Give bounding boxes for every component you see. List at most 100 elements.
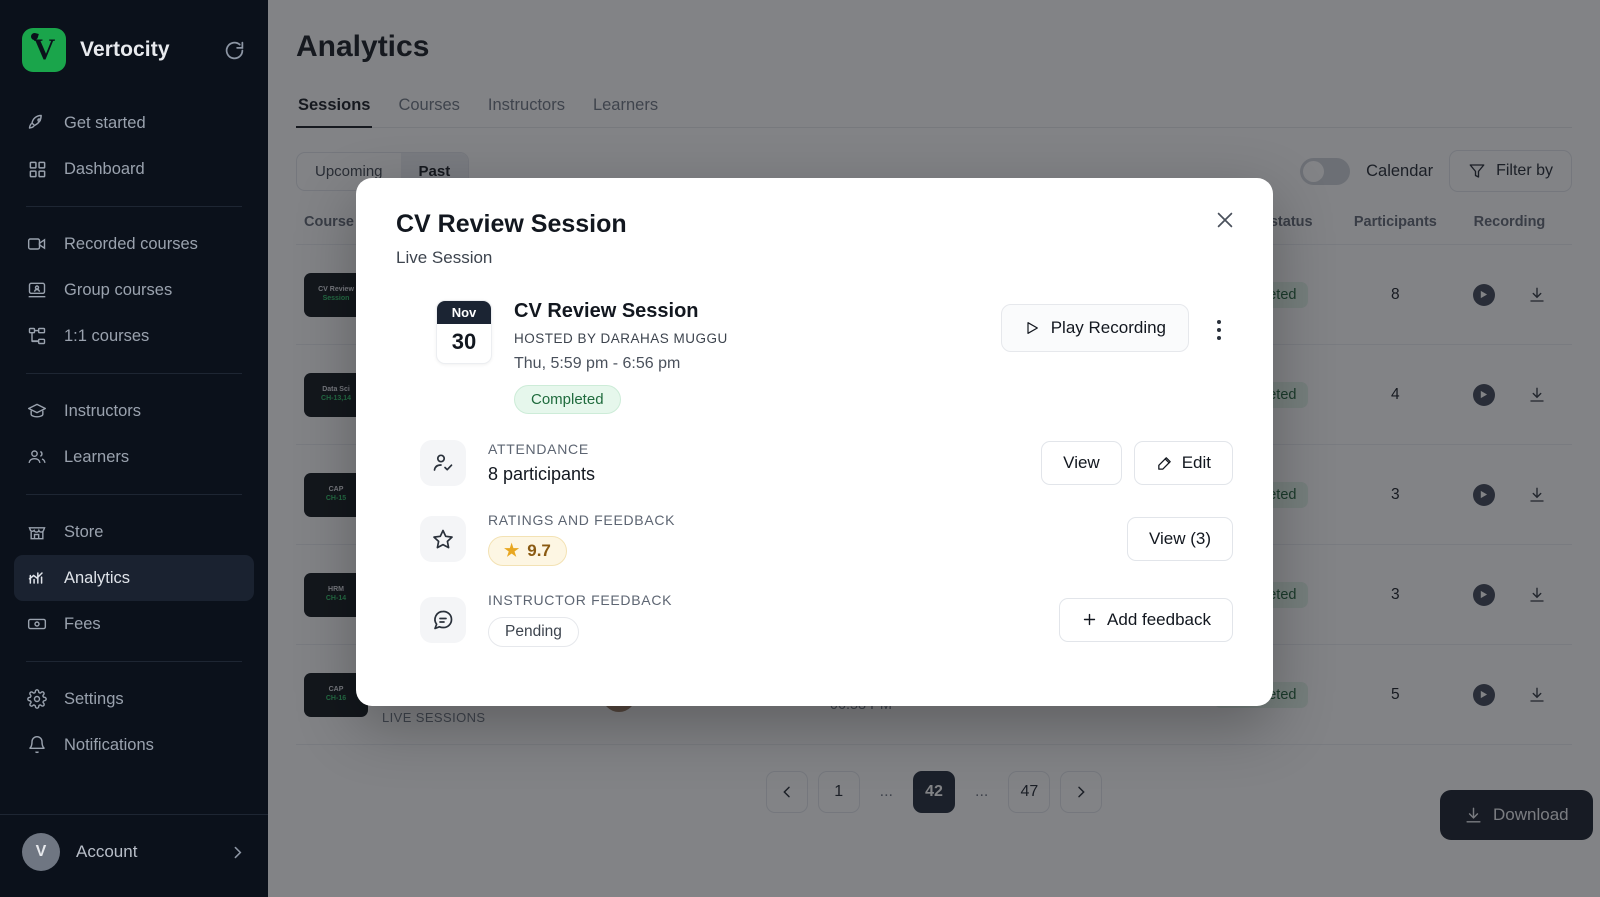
- session-details-modal: CV Review Session Live Session Nov 30 CV…: [356, 178, 1273, 706]
- attendance-view-label: View: [1063, 453, 1100, 472]
- bell-icon: [26, 734, 48, 756]
- instructor-feedback-actions: Add feedback: [1059, 597, 1233, 642]
- app-root: V Vertocity Get started Dashboard Record…: [0, 0, 1600, 897]
- gear-icon: [26, 688, 48, 710]
- grid-icon: [26, 158, 48, 180]
- plus-icon: [1081, 611, 1098, 628]
- sidebar-item-label: Get started: [64, 113, 146, 132]
- rating-value: 9.7: [527, 541, 551, 560]
- sidebar-item-label: Analytics: [64, 568, 131, 587]
- sidebar-item-notifications[interactable]: Notifications: [14, 722, 254, 768]
- status-badge: Pending: [488, 617, 579, 647]
- play-recording-button[interactable]: Play Recording: [1000, 304, 1189, 352]
- graduation-cap-icon: [26, 400, 48, 422]
- attendance-label: ATTENDANCE: [488, 441, 589, 457]
- refresh-icon[interactable]: [222, 38, 246, 62]
- sidebar-item-fees[interactable]: Fees: [14, 601, 254, 647]
- sidebar-item-learners[interactable]: Learners: [14, 434, 254, 480]
- sidebar-item-1-1-courses[interactable]: 1:1 courses: [14, 313, 254, 359]
- attendance-edit-button[interactable]: Edit: [1133, 441, 1233, 485]
- session-info: CV Review Session HOSTED BY DARAHAS MUGG…: [514, 300, 1001, 414]
- star-icon: [420, 516, 466, 562]
- sidebar-nav: Get started Dashboard Recorded courses G…: [0, 96, 268, 814]
- hierarchy-icon: [26, 325, 48, 347]
- sidebar-item-label: Fees: [64, 614, 101, 633]
- banknote-icon: [26, 613, 48, 635]
- ratings-row: RATINGS AND FEEDBACK ★ 9.7 View (3): [396, 512, 1233, 566]
- more-vertical-icon[interactable]: [1205, 310, 1233, 350]
- presentation-icon: [26, 279, 48, 301]
- sidebar-item-label: Instructors: [64, 401, 142, 420]
- ratings-label: RATINGS AND FEEDBACK: [488, 512, 676, 528]
- star-filled-icon: ★: [504, 541, 520, 560]
- nav-group-4: Store Analytics Fees: [0, 505, 268, 651]
- sidebar-item-instructors[interactable]: Instructors: [14, 388, 254, 434]
- modal-subtitle: Live Session: [396, 248, 493, 267]
- sidebar-item-group-courses[interactable]: Group courses: [14, 267, 254, 313]
- sidebar-item-get-started[interactable]: Get started: [14, 100, 254, 146]
- play-icon: [1024, 320, 1040, 336]
- attendance-value: 8 participants: [488, 464, 596, 484]
- sidebar-item-settings[interactable]: Settings: [14, 676, 254, 722]
- message-icon: [420, 596, 466, 643]
- session-name: CV Review Session: [514, 300, 699, 322]
- rating-badge: ★ 9.7: [488, 536, 567, 566]
- sidebar-item-dashboard[interactable]: Dashboard: [14, 146, 254, 192]
- account-button[interactable]: V Account: [0, 814, 268, 897]
- play-recording-label: Play Recording: [1050, 318, 1166, 337]
- sidebar-item-label: Notifications: [64, 735, 154, 754]
- store-icon: [26, 521, 48, 543]
- account-label: Account: [76, 842, 138, 861]
- nav-group-2: Recorded courses Group courses 1:1 cours…: [0, 217, 268, 363]
- sidebar-item-label: Settings: [64, 689, 124, 708]
- sidebar-item-label: Store: [64, 522, 104, 541]
- attendance-edit-label: Edit: [1181, 453, 1211, 472]
- sidebar-divider: [26, 373, 242, 374]
- ratings-actions: View (3): [1126, 517, 1233, 561]
- sidebar-item-label: Recorded courses: [64, 234, 198, 253]
- attendance-icon: [420, 440, 466, 486]
- instructor-feedback-body: INSTRUCTOR FEEDBACK Pending: [488, 592, 1059, 647]
- sidebar-item-label: Learners: [64, 447, 130, 466]
- avatar: V: [22, 833, 60, 871]
- attendance-body: ATTENDANCE 8 participants: [488, 441, 1041, 485]
- ratings-body: RATINGS AND FEEDBACK ★ 9.7: [488, 512, 1127, 566]
- close-icon[interactable]: [1211, 206, 1239, 234]
- rocket-icon: [26, 112, 48, 134]
- date-month: Nov: [437, 301, 491, 324]
- instructor-feedback-row: INSTRUCTOR FEEDBACK Pending Add feedback: [396, 592, 1233, 647]
- vertocity-logo-icon: V: [22, 28, 66, 72]
- sidebar-item-store[interactable]: Store: [14, 509, 254, 555]
- sidebar-item-label: Dashboard: [64, 159, 145, 178]
- nav-group-1: Get started Dashboard: [0, 96, 268, 196]
- session-host: HOSTED BY DARAHAS MUGGU: [514, 331, 728, 346]
- sidebar-divider: [26, 206, 242, 207]
- instructor-feedback-label: INSTRUCTOR FEEDBACK: [488, 592, 673, 608]
- sidebar-divider: [26, 494, 242, 495]
- sidebar-item-analytics[interactable]: Analytics: [14, 555, 254, 601]
- brand-name: Vertocity: [80, 38, 170, 61]
- chevron-right-icon: [229, 844, 246, 861]
- ratings-view-button[interactable]: View (3): [1126, 517, 1233, 561]
- status-badge: Completed: [514, 385, 621, 414]
- analytics-icon: [26, 567, 48, 589]
- sidebar: V Vertocity Get started Dashboard Record…: [0, 0, 268, 897]
- sidebar-item-recorded-courses[interactable]: Recorded courses: [14, 221, 254, 267]
- sidebar-item-label: 1:1 courses: [64, 326, 150, 345]
- attendance-row: ATTENDANCE 8 participants View Edit: [396, 440, 1233, 486]
- add-feedback-button[interactable]: Add feedback: [1059, 597, 1233, 642]
- sidebar-item-label: Group courses: [64, 280, 173, 299]
- ratings-view-label: View (3): [1148, 529, 1211, 548]
- session-summary: Nov 30 CV Review Session HOSTED BY DARAH…: [396, 300, 1233, 414]
- add-feedback-label: Add feedback: [1107, 609, 1211, 629]
- users-icon: [26, 446, 48, 468]
- edit-icon: [1156, 455, 1173, 472]
- brand: V Vertocity: [0, 0, 268, 78]
- attendance-view-button[interactable]: View: [1041, 441, 1122, 485]
- sidebar-divider: [26, 661, 242, 662]
- logo-letter: V: [33, 33, 56, 66]
- attendance-actions: View Edit: [1041, 441, 1233, 485]
- video-icon: [26, 233, 48, 255]
- nav-group-5: Settings Notifications: [0, 672, 268, 772]
- session-time: Thu, 5:59 pm - 6:56 pm: [514, 355, 681, 372]
